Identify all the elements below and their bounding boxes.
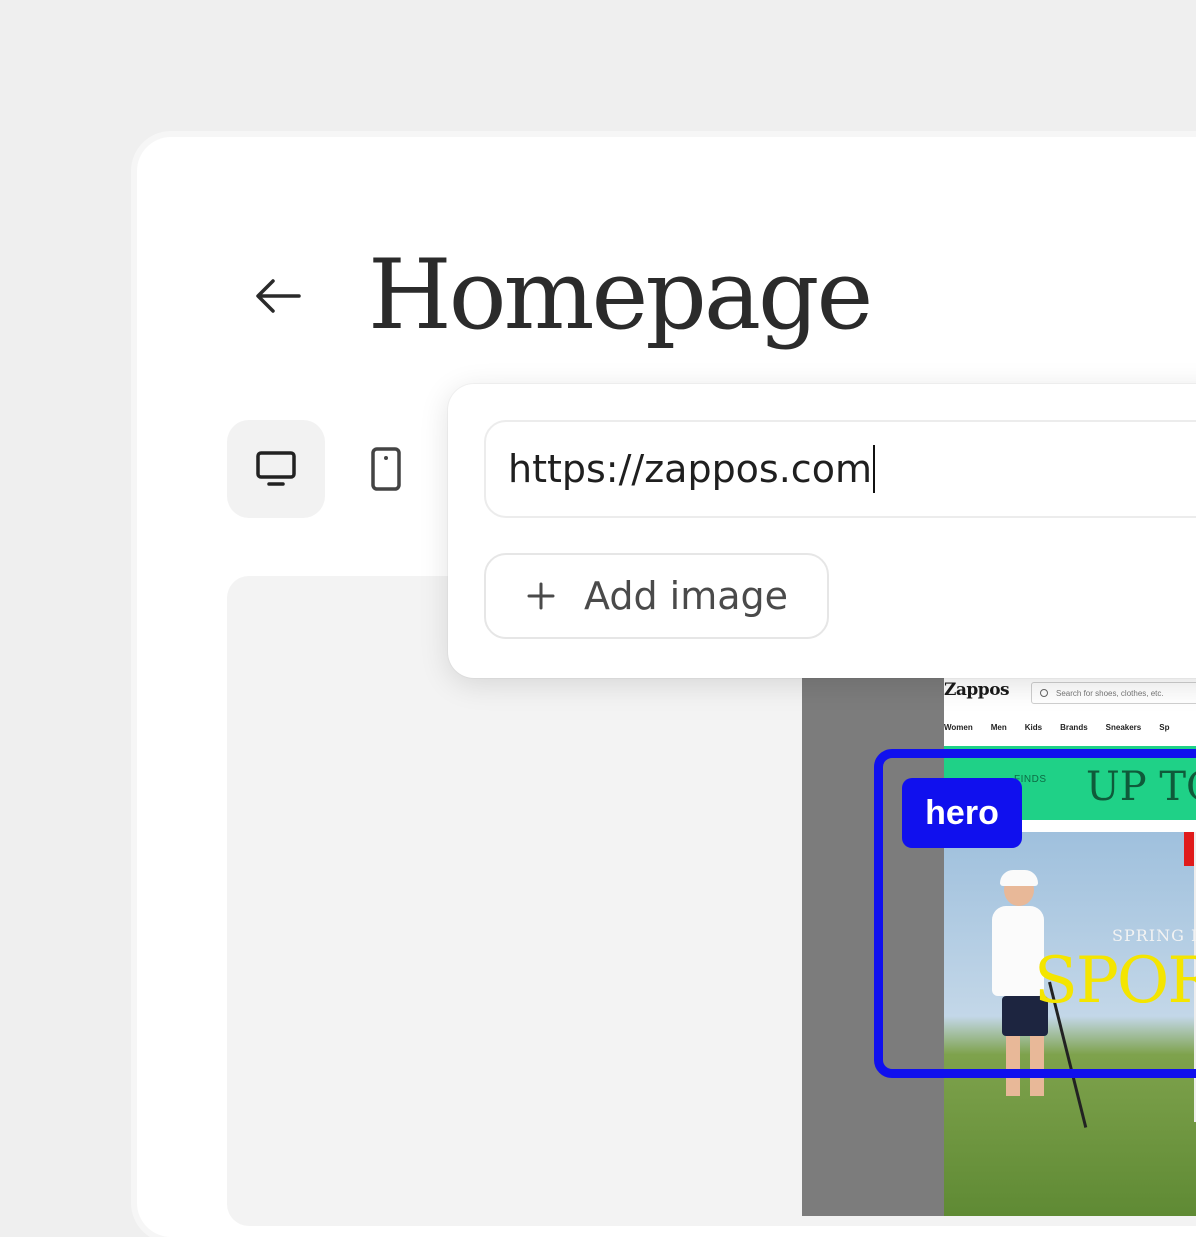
site-nav-item: Men (990, 723, 1007, 732)
url-input-value: https://zappos.com (508, 447, 872, 491)
site-header: Zappos Search for shoes, clothes, etc. W… (944, 676, 1196, 746)
site-nav-item: Sp (1159, 723, 1170, 732)
desktop-view-button[interactable] (227, 420, 325, 518)
search-icon (1040, 689, 1048, 697)
site-logo: Zappos (944, 680, 1010, 700)
back-button[interactable] (250, 270, 306, 322)
site-search-placeholder: Search for shoes, clothes, etc. (1056, 688, 1164, 698)
arrow-left-icon (256, 279, 301, 313)
plus-icon (527, 582, 555, 610)
add-image-label: Add image (584, 574, 789, 618)
hero-section-label[interactable]: hero (902, 778, 1022, 848)
add-image-button[interactable]: Add image (484, 553, 829, 639)
site-nav: Women Men Kids Brands Sneakers Sp (944, 723, 1169, 732)
monitor-icon (256, 451, 296, 486)
url-input[interactable]: https://zappos.com (484, 420, 1196, 518)
site-nav-item: Kids (1024, 723, 1043, 732)
page-title: Homepage (368, 239, 873, 351)
smartphone-icon (371, 447, 401, 491)
text-cursor (872, 445, 875, 493)
site-nav-item: Brands (1060, 723, 1088, 732)
mobile-view-button[interactable] (337, 420, 435, 518)
site-search-field: Search for shoes, clothes, etc. (1031, 682, 1196, 704)
site-nav-item: Sneakers (1105, 723, 1142, 732)
site-nav-item: Women (944, 723, 973, 732)
